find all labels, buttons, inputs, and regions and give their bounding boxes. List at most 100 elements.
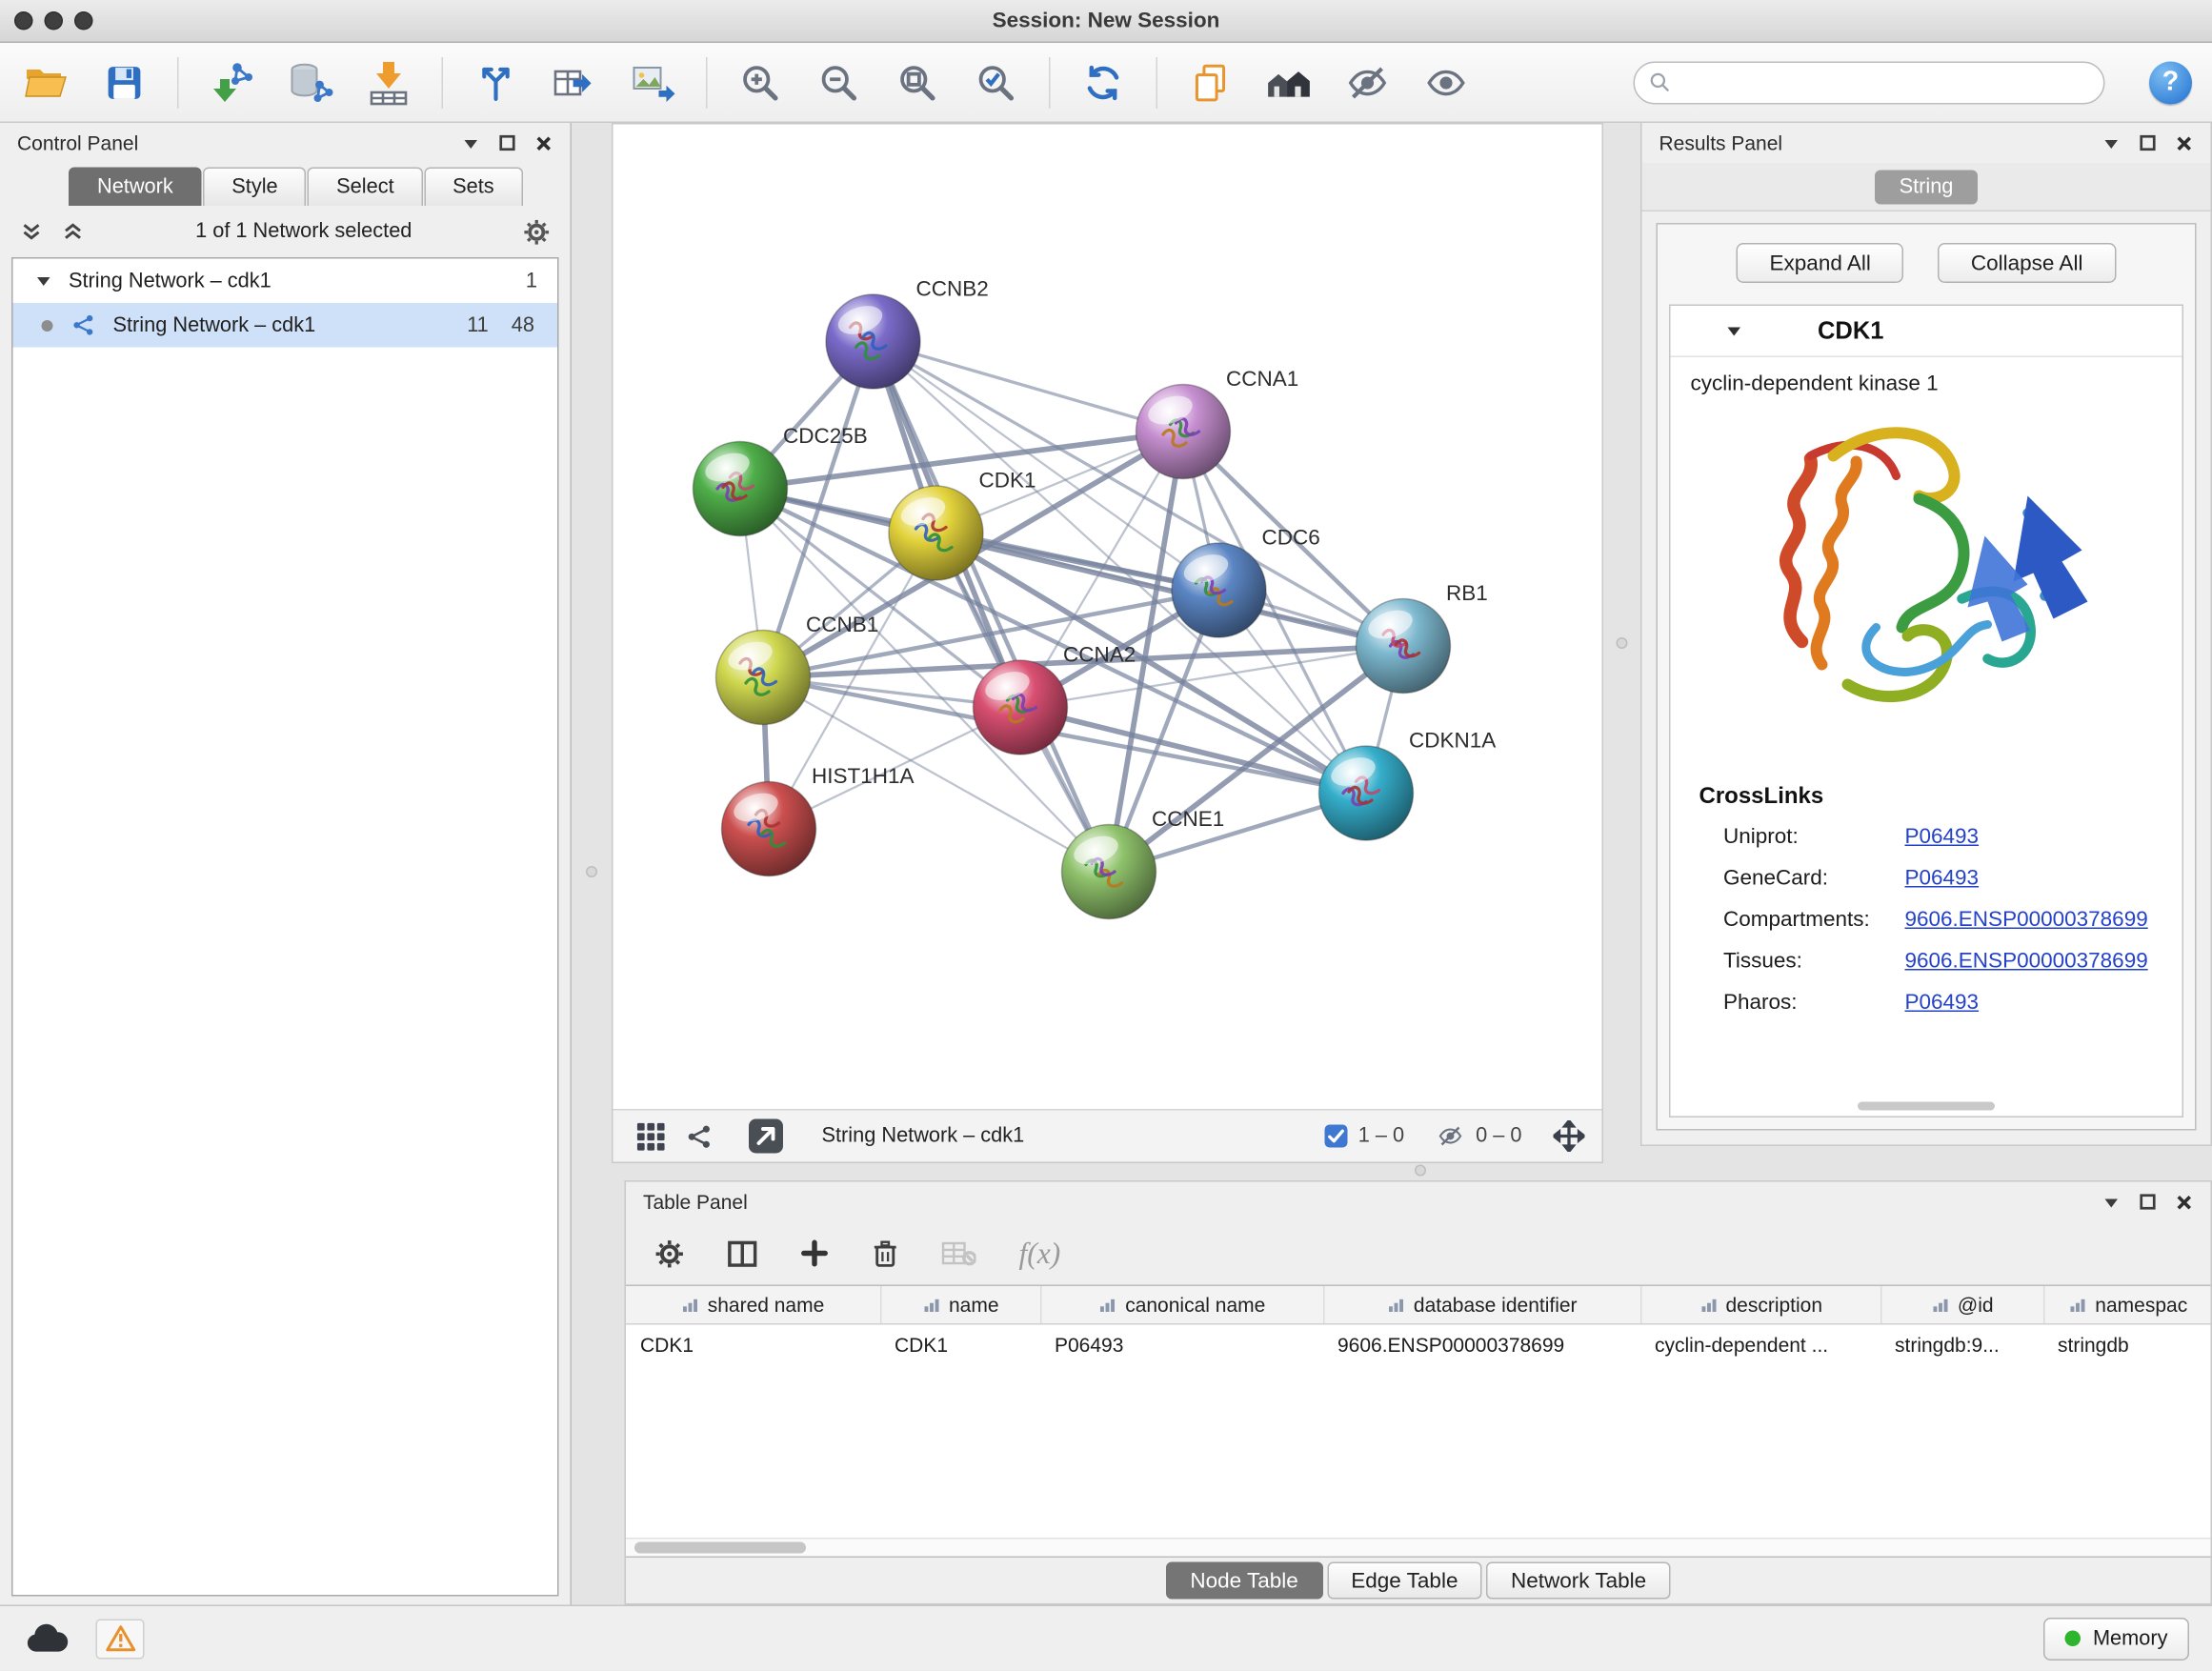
tab-string[interactable]: String (1875, 170, 1978, 204)
network-node-CCNB2[interactable]: CCNB2 (826, 277, 989, 390)
zoom-in-button[interactable] (734, 56, 786, 108)
import-network-from-file-button[interactable] (206, 56, 257, 108)
tree-expander-icon[interactable] (36, 273, 52, 290)
open-in-new-window-icon[interactable] (748, 1117, 785, 1155)
table-row[interactable]: CDK1CDK1P064939606.ENSP00000378699cyclin… (626, 1325, 2211, 1364)
network-collection-row[interactable]: String Network – cdk1 1 (13, 259, 558, 304)
expand-all-button[interactable]: Expand All (1737, 243, 1903, 283)
crosslink-value-link[interactable]: P06493 (1905, 866, 1980, 891)
results-scrollbar-thumb[interactable] (1858, 1102, 1995, 1111)
gene-symbol: CDK1 (1818, 316, 1883, 345)
gear-icon[interactable] (523, 218, 551, 246)
tab-select[interactable]: Select (308, 168, 422, 207)
search-box[interactable] (1634, 61, 2105, 104)
tab-node-table[interactable]: Node Table (1166, 1562, 1322, 1600)
network-node-CDKN1A[interactable]: CDKN1A (1319, 729, 1497, 841)
collapse-all-tree-icon[interactable] (62, 220, 85, 243)
crosslink-value-link[interactable]: 9606.ENSP00000378699 (1905, 908, 2148, 933)
maximize-panel-icon[interactable] (2140, 134, 2157, 151)
tab-network[interactable]: Network (69, 168, 202, 207)
network-edge[interactable] (874, 342, 1184, 433)
scrollbar-thumb[interactable] (634, 1542, 806, 1554)
close-panel-icon[interactable] (2175, 1193, 2194, 1212)
cloud-icon[interactable] (23, 1621, 70, 1656)
close-panel-icon[interactable] (534, 133, 553, 152)
crosslink-value-link[interactable]: P06493 (1905, 825, 1980, 850)
network-node-HIST1H1A[interactable]: HIST1H1A (722, 764, 915, 876)
tab-style[interactable]: Style (203, 168, 306, 207)
splitter-handle-right[interactable] (1617, 637, 1628, 649)
duplicate-document-button[interactable] (1185, 56, 1237, 108)
column-header-name[interactable]: name (880, 1286, 1040, 1323)
function-builder-icon[interactable]: f(x) (1019, 1236, 1061, 1272)
selected-checkbox-icon[interactable] (1324, 1125, 1347, 1148)
network-node-CCNA1[interactable]: CCNA1 (1136, 367, 1299, 478)
network-edge[interactable] (874, 342, 1110, 873)
show-all-button[interactable] (1420, 56, 1472, 108)
minimize-window-button[interactable] (45, 11, 64, 30)
network-row-selected[interactable]: String Network – cdk1 11 48 (13, 303, 558, 348)
splitter-handle-left[interactable] (586, 866, 597, 877)
tab-edge-table[interactable]: Edge Table (1327, 1562, 1482, 1600)
export-network-button[interactable] (549, 56, 600, 108)
splitter-handle-bottom[interactable] (1415, 1165, 1426, 1177)
table-cell: 9606.ENSP00000378699 (1323, 1333, 1640, 1356)
show-columns-icon[interactable] (728, 1239, 758, 1267)
float-panel-icon[interactable] (462, 133, 481, 152)
warnings-button[interactable] (96, 1619, 145, 1659)
save-session-button[interactable] (99, 56, 151, 108)
crosslink-value-link[interactable]: 9606.ENSP00000378699 (1905, 949, 2148, 974)
maximize-panel-icon[interactable] (2140, 1194, 2157, 1211)
search-input[interactable] (1680, 70, 2089, 93)
import-table-from-file-button[interactable] (363, 56, 414, 108)
close-panel-icon[interactable] (2175, 133, 2194, 152)
add-column-icon[interactable] (800, 1239, 829, 1268)
network-edges (740, 342, 1403, 873)
node-label: CDC25B (783, 424, 868, 448)
gene-section-header[interactable]: CDK1 (1671, 306, 2182, 357)
float-panel-icon[interactable] (2102, 133, 2122, 152)
new-network-from-selection-button[interactable] (471, 56, 522, 108)
sort-column-icon (2069, 1297, 2086, 1314)
network-node-CDK1[interactable]: CDK1 (889, 469, 1036, 580)
help-button[interactable]: ? (2149, 61, 2192, 104)
hidden-eye-icon[interactable] (1436, 1123, 1464, 1149)
crosslinks-list: Uniprot:P06493GeneCard:P06493Compartment… (1671, 825, 2182, 1016)
table-options-gear-icon[interactable] (654, 1238, 685, 1269)
export-image-button[interactable] (628, 56, 679, 108)
column-header-shared-name[interactable]: shared name (626, 1286, 880, 1323)
column-header-canonical-name[interactable]: canonical name (1040, 1286, 1323, 1323)
tab-network-table[interactable]: Network Table (1486, 1562, 1670, 1600)
zoom-window-button[interactable] (74, 11, 93, 30)
delete-column-trash-icon[interactable] (872, 1238, 899, 1269)
hide-selected-button[interactable] (1342, 56, 1394, 108)
column-header-description[interactable]: description (1640, 1286, 1880, 1323)
network-canvas[interactable]: CCNB2CCNA1CDC25BCDK1CDC6RB1CCNB1CCNA2CDK… (613, 125, 1602, 1110)
pan-mode-icon[interactable] (1554, 1120, 1585, 1152)
table-horizontal-scrollbar[interactable] (626, 1538, 2211, 1557)
network-node-CCNB1[interactable]: CCNB1 (716, 613, 879, 725)
collapse-all-button[interactable]: Collapse All (1938, 243, 2116, 283)
crosslink-value-link[interactable]: P06493 (1905, 991, 1980, 1016)
column-header-namespac[interactable]: namespac (2043, 1286, 2211, 1323)
column-header-database-identifier[interactable]: database identifier (1323, 1286, 1640, 1323)
table-cell: CDK1 (880, 1333, 1040, 1356)
maximize-panel-icon[interactable] (499, 134, 516, 151)
refresh-button[interactable] (1077, 56, 1129, 108)
home-button[interactable] (1263, 56, 1315, 108)
column-header-@id[interactable]: @id (1880, 1286, 2043, 1323)
close-window-button[interactable] (14, 11, 33, 30)
float-panel-icon[interactable] (2102, 1193, 2122, 1212)
open-session-button[interactable] (20, 56, 71, 108)
zoom-fit-button[interactable] (892, 56, 943, 108)
zoom-out-button[interactable] (814, 56, 865, 108)
memory-button[interactable]: Memory (2042, 1617, 2189, 1660)
tab-sets[interactable]: Sets (424, 168, 523, 207)
grid-view-icon[interactable] (636, 1121, 667, 1152)
birds-eye-view-icon[interactable] (686, 1122, 714, 1150)
section-expander-icon[interactable] (1725, 322, 1744, 341)
network-node-RB1[interactable]: RB1 (1357, 581, 1488, 694)
expand-all-tree-icon[interactable] (20, 220, 43, 243)
zoom-selected-button[interactable] (971, 56, 1022, 108)
import-network-from-database-button[interactable] (285, 56, 336, 108)
